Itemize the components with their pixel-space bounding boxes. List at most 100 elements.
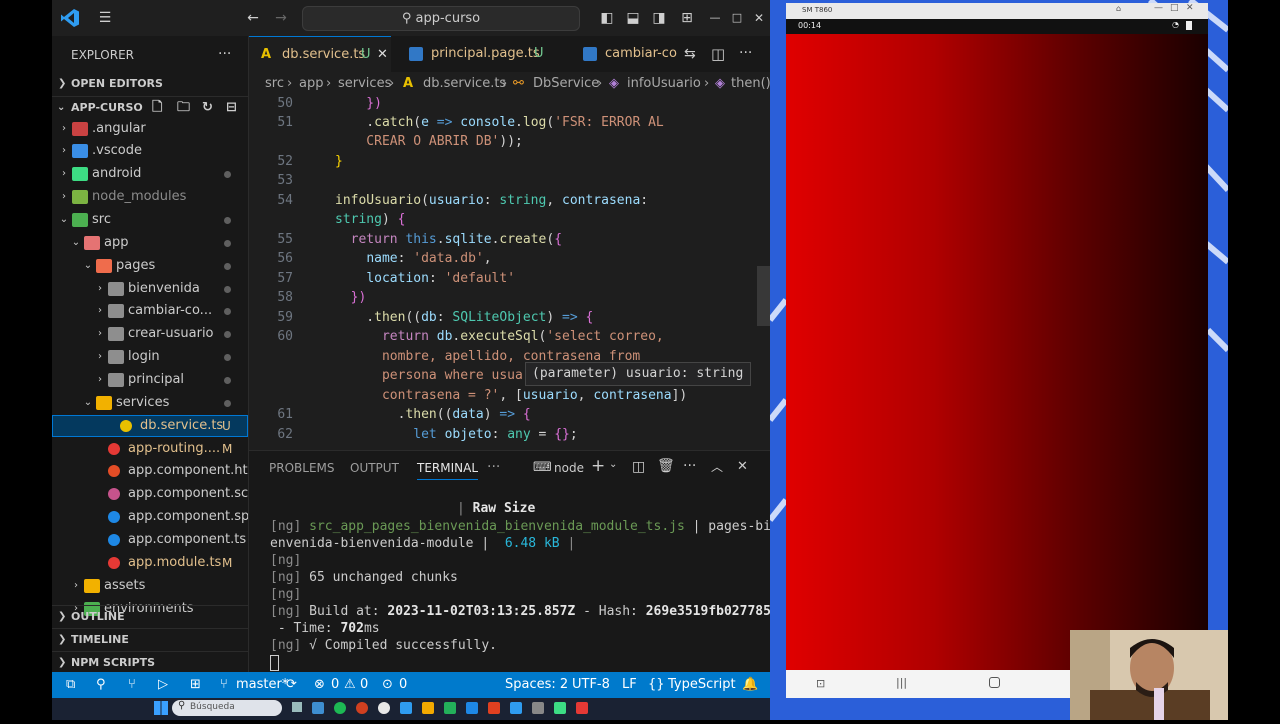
toggle-secondary-sidebar-icon[interactable]: ◨ xyxy=(650,9,668,27)
split-editor-icon[interactable]: ◫ xyxy=(711,45,725,63)
error-count[interactable]: 0 xyxy=(331,672,339,698)
encoding[interactable]: UTF-8 xyxy=(572,672,610,698)
app-icon[interactable] xyxy=(312,702,324,714)
forward-arrow-icon[interactable]: → xyxy=(272,9,290,27)
breadcrumb-then[interactable]: then() xyxy=(731,72,770,96)
app-icon[interactable] xyxy=(444,702,456,714)
home-icon[interactable] xyxy=(989,677,1000,688)
app-icon[interactable] xyxy=(400,702,412,714)
scrollbar[interactable] xyxy=(757,266,770,326)
tab-db-service[interactable]: A db.service.ts U ✕ xyxy=(249,36,391,73)
app-icon[interactable] xyxy=(576,702,588,714)
explorer-more-icon[interactable]: ··· xyxy=(218,46,231,62)
app-icon[interactable] xyxy=(334,702,346,714)
file-tree-item[interactable]: › node_modules xyxy=(52,186,248,208)
code-line: string) { xyxy=(335,212,406,227)
customize-layout-icon[interactable]: ⊞ xyxy=(678,9,696,27)
file-tree-item[interactable]: › .vscode xyxy=(52,140,248,162)
end-of-line[interactable]: LF xyxy=(622,672,637,698)
more-actions-icon[interactable]: ··· xyxy=(739,45,752,61)
close-icon[interactable]: ✕ xyxy=(1186,3,1194,13)
extensions-icon[interactable]: ⊞ xyxy=(190,672,201,698)
file-tree-item[interactable]: › android xyxy=(52,163,248,185)
maximize-icon[interactable]: □ xyxy=(728,9,746,27)
indentation[interactable]: Spaces: 2 xyxy=(505,672,568,698)
task-view-icon[interactable] xyxy=(292,702,302,712)
command-center-search[interactable]: ⚲ app-curso xyxy=(302,6,580,31)
minimize-icon[interactable]: — xyxy=(1154,3,1163,13)
app-icon[interactable] xyxy=(378,702,390,714)
project-section[interactable]: ⌄ APP-CURSO 🗋 🗀 ↻ ⊟ xyxy=(52,96,248,119)
app-icon[interactable] xyxy=(356,702,368,714)
ports-count[interactable]: 0 xyxy=(399,672,407,698)
notifications-bell-icon[interactable]: 🔔 xyxy=(742,672,758,698)
file-tree-item[interactable]: ⌄ app xyxy=(52,232,248,254)
breadcrumb-class[interactable]: DbService xyxy=(533,72,599,96)
file-tree-item[interactable]: app.component.sp... xyxy=(52,506,248,528)
maximize-icon[interactable]: □ xyxy=(1170,3,1179,13)
file-tree-item[interactable]: › login xyxy=(52,346,248,368)
new-folder-icon[interactable]: 🗀 xyxy=(177,97,190,119)
branch-name[interactable]: master* xyxy=(236,672,288,698)
minimize-icon[interactable]: — xyxy=(706,9,724,27)
sync-icon[interactable]: ⟳ xyxy=(286,672,297,698)
file-tree-item[interactable]: app.module.ts M xyxy=(52,552,248,574)
close-tab-icon[interactable]: ✕ xyxy=(377,37,388,73)
file-tree-item[interactable]: app.component.ts xyxy=(52,529,248,551)
breadcrumb-src[interactable]: src xyxy=(265,72,284,96)
file-tree-item[interactable]: app.component.html xyxy=(52,460,248,482)
run-debug-icon[interactable]: ▷ xyxy=(158,672,168,698)
taskbar-search[interactable]: ⚲ Búsqueda xyxy=(172,700,282,716)
breadcrumb-app[interactable]: app xyxy=(299,72,323,96)
close-icon[interactable]: ✕ xyxy=(750,9,768,27)
terminal-output[interactable]: | Raw Size [ng] src_app_pages_bienvenida… xyxy=(249,451,770,673)
breadcrumb-services[interactable]: services xyxy=(338,72,391,96)
refresh-icon[interactable]: ↻ xyxy=(202,97,213,119)
outline-section[interactable]: ❯ OUTLINE xyxy=(52,605,248,628)
terminal-line: [ng] Build at: 2023-11-02T03:13:25.857Z … xyxy=(270,604,770,619)
new-file-icon[interactable]: 🗋 xyxy=(152,97,162,119)
file-tree-item[interactable]: app.component.scss xyxy=(52,483,248,505)
toggle-sidebar-icon[interactable]: ◧ xyxy=(598,9,616,27)
code-editor[interactable]: 50 }) 51 .catch(e => console.log('FSR: E… xyxy=(249,96,770,450)
file-tree-item[interactable]: ⌄ src xyxy=(52,209,248,231)
mirror-tool-icon[interactable]: ⌂ xyxy=(1116,4,1121,13)
file-tree-item[interactable]: › bienvenida xyxy=(52,278,248,300)
collapse-all-icon[interactable]: ⊟ xyxy=(226,97,237,119)
windows-start-icon[interactable] xyxy=(154,701,168,715)
app-icon[interactable] xyxy=(532,702,544,714)
file-tree-item[interactable]: ⌄ services xyxy=(52,392,248,414)
app-icon[interactable] xyxy=(422,702,434,714)
compare-changes-icon[interactable]: ⇆ xyxy=(684,46,696,62)
toggle-panel-icon[interactable]: ⬓ xyxy=(624,9,642,27)
npm-scripts-section[interactable]: ❯ NPM SCRIPTS xyxy=(52,651,248,672)
tab-cambiar-contrasena[interactable]: cambiar-cor xyxy=(561,36,677,72)
vscode-taskbar-icon[interactable] xyxy=(510,702,522,714)
breadcrumb-method[interactable]: infoUsuario xyxy=(627,72,701,96)
menu-icon[interactable]: ☰ xyxy=(96,9,114,27)
back-arrow-icon[interactable]: ← xyxy=(244,9,262,27)
app-icon[interactable] xyxy=(488,702,500,714)
file-tree-item[interactable]: › principal xyxy=(52,369,248,391)
file-tree-item[interactable]: db.service.ts U xyxy=(52,415,248,437)
remote-icon[interactable]: ⧉ xyxy=(66,672,75,698)
search-icon[interactable]: ⚲ xyxy=(96,672,106,698)
recent-apps-icon[interactable]: ||| xyxy=(896,676,907,689)
timeline-section[interactable]: ❯ TIMELINE xyxy=(52,628,248,651)
app-icon[interactable] xyxy=(466,702,478,714)
app-screen-red[interactable] xyxy=(786,34,1208,670)
rotate-icon[interactable]: ⊡ xyxy=(816,677,825,690)
app-icon[interactable] xyxy=(554,702,566,714)
language-mode[interactable]: TypeScript xyxy=(668,672,736,698)
file-tree-item[interactable]: › crear-usuario xyxy=(52,323,248,345)
file-tree-item[interactable]: › cambiar-co... xyxy=(52,300,248,322)
file-tree-item[interactable]: app-routing.... M xyxy=(52,438,248,460)
breadcrumb-file[interactable]: db.service.ts xyxy=(423,72,506,96)
source-control-icon[interactable]: ⑂ xyxy=(128,672,136,698)
tab-principal-page[interactable]: principal.page.ts U xyxy=(391,36,561,72)
file-tree-item[interactable]: › assets xyxy=(52,575,248,597)
file-tree-item[interactable]: ⌄ pages xyxy=(52,255,248,277)
warning-count[interactable]: 0 xyxy=(360,672,368,698)
file-tree-item[interactable]: › .angular xyxy=(52,118,248,140)
open-editors-section[interactable]: ❯ OPEN EDITORS xyxy=(52,73,248,95)
